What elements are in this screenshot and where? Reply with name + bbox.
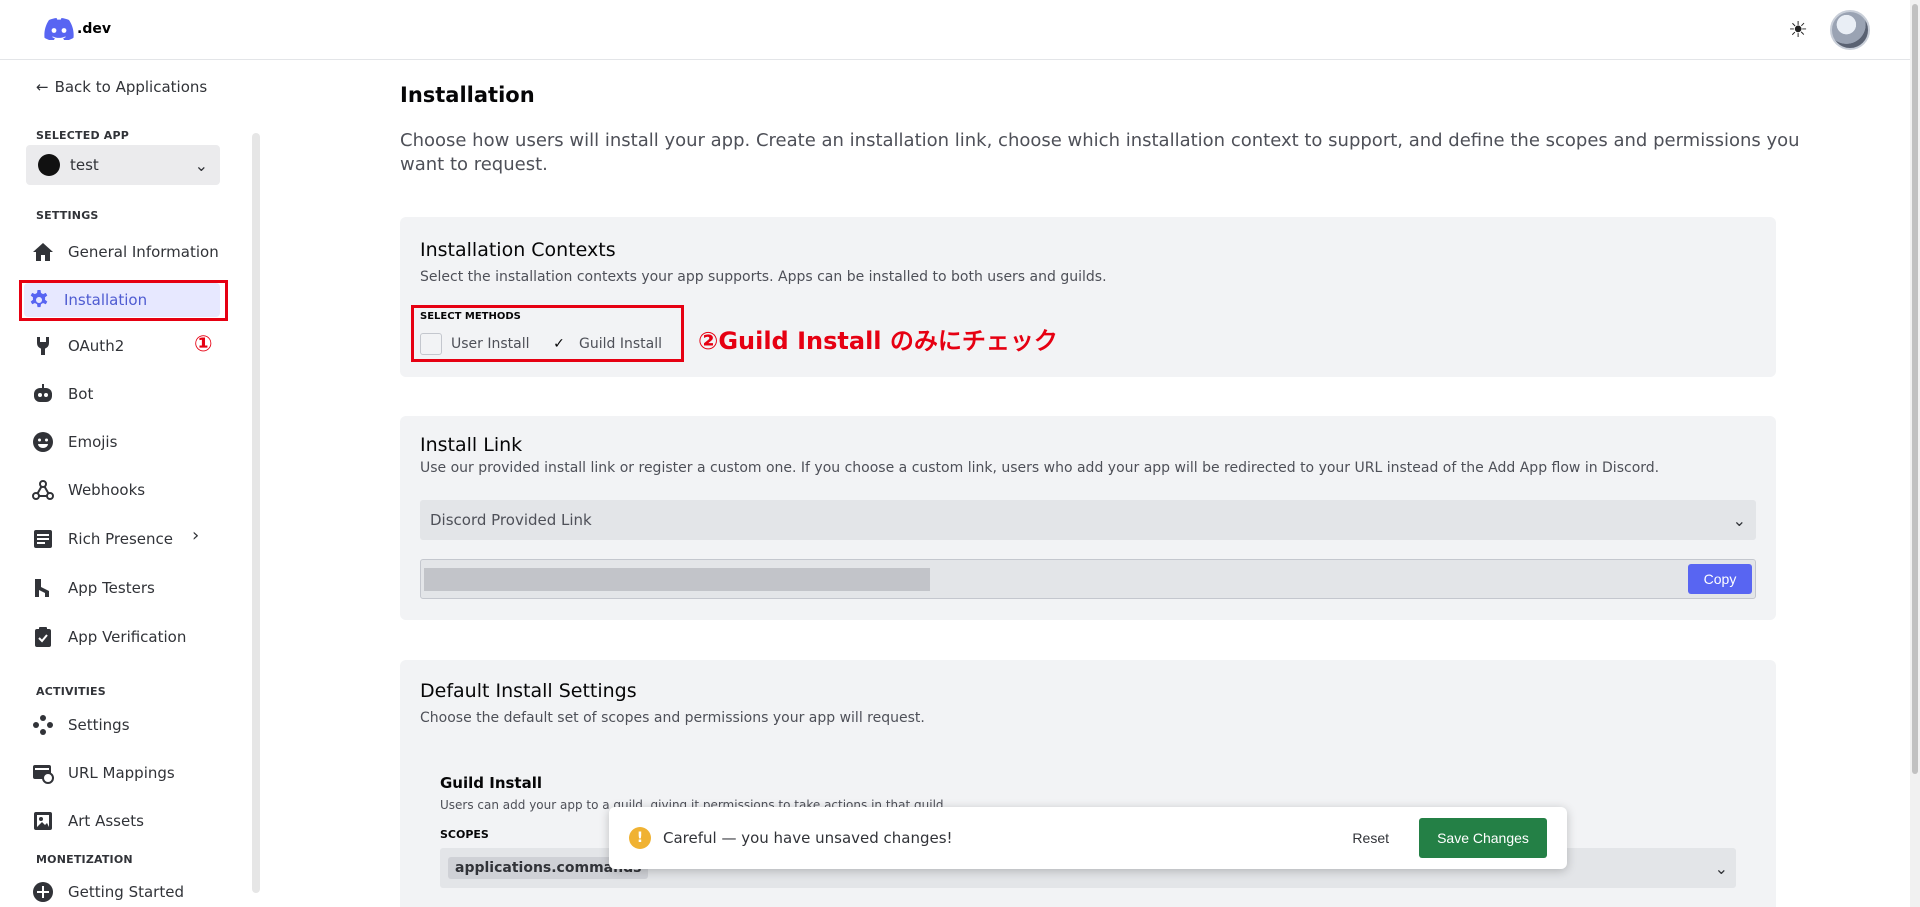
url-mapping-icon (32, 762, 54, 784)
home-icon (32, 241, 54, 263)
install-link-field[interactable]: Copy (420, 559, 1756, 599)
default-install-settings-card: Default Install Settings Choose the defa… (400, 660, 1776, 907)
sidebar-item-label: Settings (68, 716, 130, 734)
back-link-label: Back to Applications (54, 78, 208, 96)
install-link-title: Install Link (420, 434, 523, 456)
sun-icon[interactable]: ☀ (1788, 18, 1808, 43)
app-avatar (38, 154, 60, 176)
sidebar-item-label: OAuth2 (68, 337, 125, 355)
sidebar-item-label: App Testers (68, 579, 155, 597)
sidebar-item-general-information[interactable]: General Information (32, 237, 219, 267)
webhook-icon (32, 479, 54, 501)
plus-circle-icon (32, 881, 54, 903)
page-scrollbar-thumb[interactable] (1912, 4, 1918, 774)
selected-app-heading: SELECTED APP (36, 129, 130, 142)
reset-button[interactable]: Reset (1352, 830, 1389, 846)
installation-contexts-card: Installation Contexts Select the install… (400, 217, 1776, 377)
copy-button[interactable]: Copy (1688, 564, 1752, 594)
monetization-heading: MONETIZATION (36, 853, 133, 866)
warning-icon: ! (629, 827, 651, 849)
sidebar-item-rich-presence[interactable]: Rich Presence (32, 524, 173, 554)
save-changes-button[interactable]: Save Changes (1419, 818, 1547, 858)
page-scrollbar[interactable] (1910, 0, 1920, 907)
sidebar-item-label: Rich Presence (68, 530, 173, 548)
sidebar-item-webhooks[interactable]: Webhooks (32, 475, 145, 505)
annotation-highlight-methods (411, 305, 684, 362)
sidebar-item-label: Art Assets (68, 812, 144, 830)
discord-dev-logo[interactable]: .dev (44, 18, 111, 40)
sidebar-item-label: Emojis (68, 433, 118, 451)
annotation-step-2: ②Guild Install のみにチェック (698, 327, 1058, 355)
sidebar-item-emojis[interactable]: Emojis (32, 427, 117, 457)
chevron-down-icon: ⌄ (1732, 510, 1746, 530)
annotation-highlight-installation (19, 280, 228, 321)
logo-text: .dev (77, 21, 111, 37)
sidebar-item-oauth2[interactable]: OAuth2 (32, 331, 124, 361)
sidebar-item-app-verification[interactable]: App Verification (32, 622, 186, 652)
sidebar-item-bot[interactable]: Bot (32, 379, 93, 409)
sidebar-item-label: Getting Started (68, 883, 184, 901)
chevron-right-icon[interactable]: › (192, 525, 199, 546)
install-link-type-value: Discord Provided Link (430, 511, 592, 529)
main-content: Installation Choose how users will insta… (262, 61, 1910, 907)
guild-install-section-title: Guild Install (440, 774, 542, 792)
scopes-label: SCOPES (440, 828, 489, 841)
image-icon (32, 810, 54, 832)
bot-icon (32, 383, 54, 405)
rich-presence-icon (32, 528, 54, 550)
sidebar-item-label: General Information (68, 243, 219, 261)
sidebar-scrollbar[interactable] (252, 133, 260, 893)
sidebar-item-url-mappings[interactable]: URL Mappings (32, 758, 175, 788)
unsaved-changes-notice: ! Careful — you have unsaved changes! Re… (609, 807, 1567, 869)
sidebar-item-label: App Verification (68, 628, 187, 646)
sidebar-item-label: Bot (68, 385, 94, 403)
unsaved-changes-text: Careful — you have unsaved changes! (663, 829, 953, 847)
wrench-icon (32, 335, 54, 357)
sidebar-item-label: Webhooks (68, 481, 146, 499)
install-link-type-select[interactable]: Discord Provided Link ⌄ (420, 500, 1756, 540)
sidebar-item-label: URL Mappings (68, 764, 175, 782)
installation-contexts-title: Installation Contexts (420, 239, 616, 261)
arrow-left-icon: ← (36, 78, 49, 96)
default-install-title: Default Install Settings (420, 680, 637, 702)
chevron-down-icon: ⌄ (194, 155, 208, 175)
install-link-description: Use our provided install link or registe… (420, 460, 1660, 476)
back-to-applications-link[interactable]: ← Back to Applications (36, 78, 207, 96)
testers-icon (32, 577, 54, 599)
app-selector[interactable]: test ⌄ (26, 145, 220, 185)
top-bar: .dev ☀ (0, 0, 1920, 60)
sidebar: ← Back to Applications SELECTED APP test… (0, 61, 262, 907)
discord-logo-icon (44, 18, 74, 40)
settings-heading: SETTINGS (36, 209, 99, 222)
chevron-down-icon: ⌄ (1714, 858, 1728, 878)
sidebar-item-art-assets[interactable]: Art Assets (32, 806, 144, 836)
annotation-step-1: ① (194, 332, 213, 357)
emoji-icon (32, 431, 54, 453)
gamepad-icon (32, 714, 54, 736)
sidebar-item-getting-started[interactable]: Getting Started (32, 877, 184, 907)
user-avatar[interactable] (1830, 10, 1870, 50)
install-link-card: Install Link Use our provided install li… (400, 416, 1776, 620)
default-install-description: Choose the default set of scopes and per… (420, 710, 925, 726)
page-description: Choose how users will install your app. … (400, 130, 1800, 175)
app-selector-value: test (70, 156, 99, 174)
clipboard-check-icon (32, 626, 54, 648)
installation-contexts-description: Select the installation contexts your ap… (420, 269, 1107, 285)
sidebar-item-activity-settings[interactable]: Settings (32, 710, 130, 740)
page-title: Installation (400, 83, 535, 107)
sidebar-item-app-testers[interactable]: App Testers (32, 573, 155, 603)
activities-heading: ACTIVITIES (36, 685, 106, 698)
redacted-link-value (424, 568, 930, 591)
